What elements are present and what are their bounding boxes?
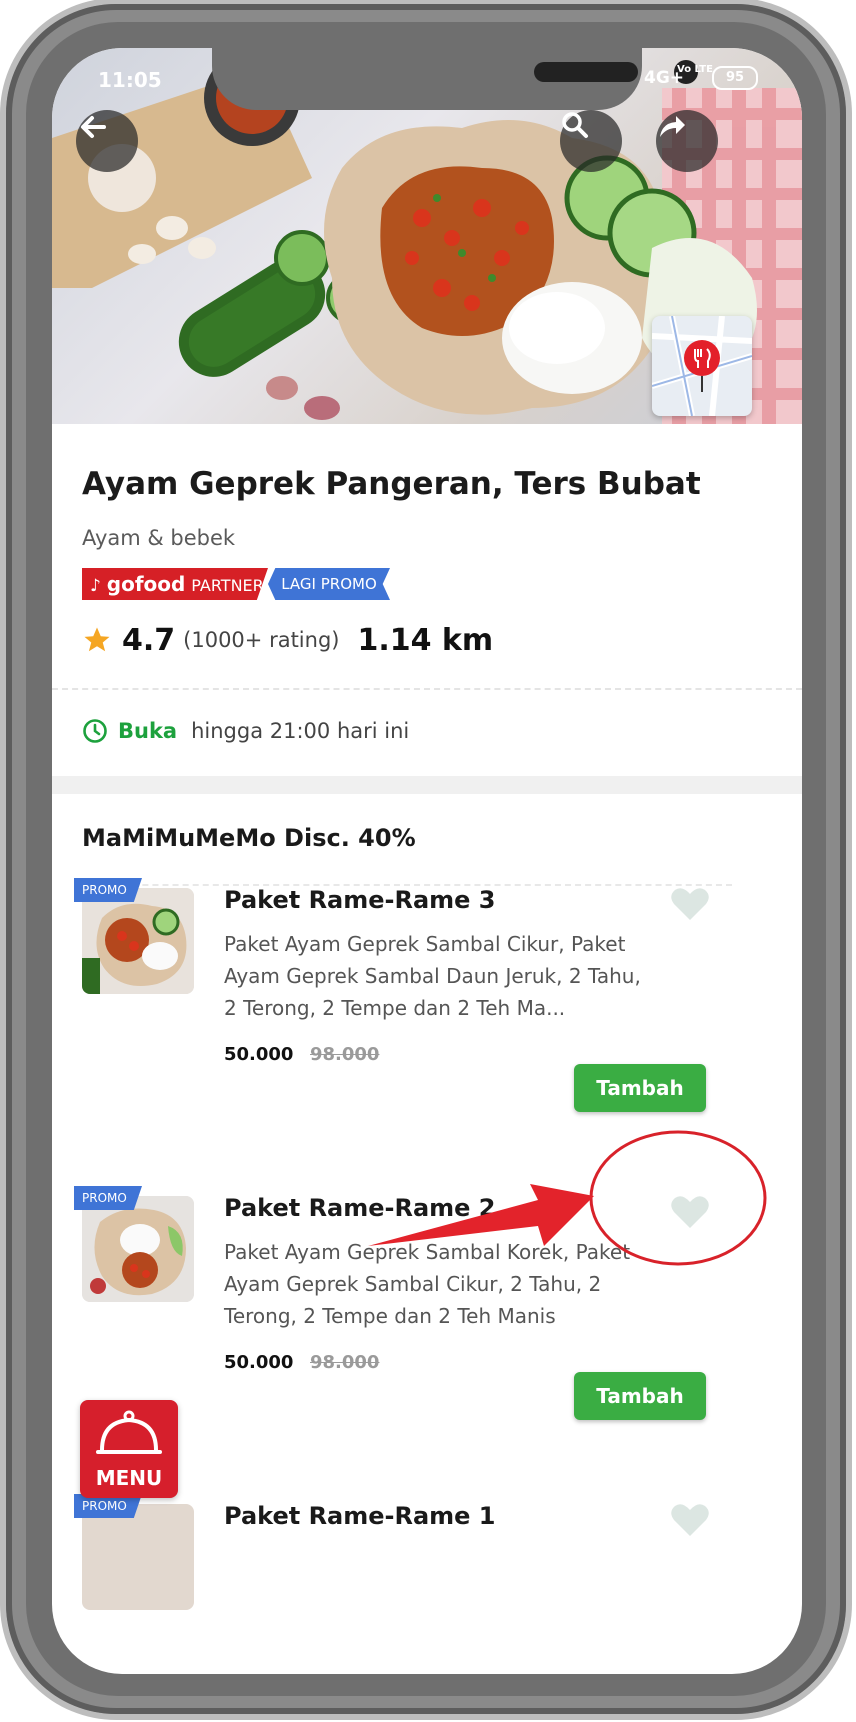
section-separator (52, 776, 802, 794)
divider (52, 688, 802, 690)
volte-indicator: Vo LTE (677, 64, 713, 75)
distance: 1.14 km (357, 622, 494, 658)
rating-row: 4.7 (1000+ rating) 1.14 km (82, 620, 493, 660)
partner-label: PARTNER (191, 576, 264, 595)
item-thumbnail (82, 1196, 194, 1302)
menu-button-label: MENU (95, 1466, 163, 1490)
item-description: Paket Ayam Geprek Sambal Cikur, Paket Ay… (224, 932, 641, 1020)
share-icon (660, 116, 685, 137)
alarm-icon (54, 49, 72, 69)
add-to-cart-button[interactable]: Tambah (574, 1372, 706, 1420)
restaurant-category: Ayam & bebek (82, 526, 236, 550)
clock-icon (83, 719, 107, 743)
menu-item[interactable]: PROMO Paket Rame-Rame 1 (52, 1482, 802, 1674)
back-arrow-icon (81, 116, 106, 138)
search-button[interactable] (560, 110, 622, 172)
item-original-price: 98.000 (310, 1044, 380, 1065)
gofood-logo: gofood (106, 572, 186, 596)
favorite-heart-icon[interactable] (670, 886, 710, 922)
item-original-price: 98.000 (310, 1352, 380, 1373)
promo-badge: LAGI PROMO (268, 568, 390, 600)
opening-hours-row: Buka hingga 21:00 hari ini (82, 718, 409, 744)
fork-knife-icon: ♪ (90, 576, 101, 596)
favorite-heart-icon[interactable] (670, 1502, 710, 1538)
star-icon (84, 627, 110, 652)
promo-tag: PROMO (74, 878, 142, 902)
hero-image: 11:05 4G+ Vo LTE 95 (52, 48, 802, 424)
rating-count: (1000+ rating) (183, 628, 340, 652)
map-thumbnail[interactable] (652, 316, 752, 416)
battery-indicator: 95 (712, 66, 758, 90)
add-to-cart-button[interactable]: Tambah (574, 1064, 706, 1112)
menu-button[interactable]: MENU (80, 1400, 178, 1498)
section-title: MaMiMuMeMo Disc. 40% (82, 824, 416, 852)
status-time: 11:05 (98, 68, 162, 92)
open-hours: hingga 21:00 hari ini (191, 719, 410, 743)
cloche-icon (96, 1410, 162, 1454)
back-button[interactable] (76, 110, 138, 172)
food-photo (82, 888, 194, 994)
item-description: Paket Ayam Geprek Sambal Korek, Paket Ay… (224, 1240, 631, 1328)
item-name: Paket Rame-Rame 2 (224, 1194, 496, 1222)
search-icon (562, 112, 588, 138)
item-price: 50.000 (224, 1044, 294, 1065)
restaurant-pin-icon (652, 316, 752, 416)
food-photo (82, 1196, 194, 1302)
item-name: Paket Rame-Rame 1 (224, 1502, 496, 1530)
app-screen: 11:05 4G+ Vo LTE 95 Ayam Geprek Pangeran… (52, 48, 802, 1674)
share-button[interactable] (656, 110, 718, 172)
menu-item[interactable]: PROMO Paket Rame-Rame 3 Paket Ayam Gepre… (52, 866, 802, 1166)
earpiece-speaker (534, 62, 638, 82)
restaurant-name: Ayam Geprek Pangeran, Ters Bubat (82, 466, 701, 502)
phone-notch (212, 48, 698, 110)
rating-value: 4.7 (122, 622, 176, 658)
item-name: Paket Rame-Rame 3 (224, 886, 496, 914)
open-status: Buka (118, 719, 178, 743)
item-price: 50.000 (224, 1352, 294, 1373)
promo-tag: PROMO (74, 1186, 142, 1210)
favorite-heart-icon[interactable] (670, 1194, 710, 1230)
item-thumbnail (82, 888, 194, 994)
item-thumbnail (82, 1504, 194, 1610)
gofood-partner-badge: ♪ gofood PARTNER (82, 568, 268, 600)
